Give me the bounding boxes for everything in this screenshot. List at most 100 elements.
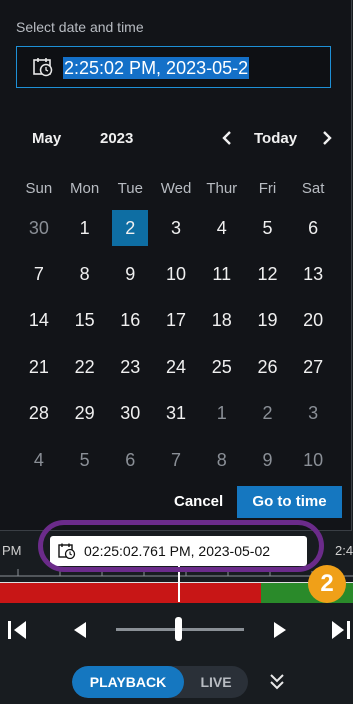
calendar-day[interactable]: 29 [62, 391, 108, 437]
calendar-day-label: 26 [257, 356, 278, 377]
year-label: 2023 [100, 130, 134, 147]
calendar-day[interactable]: 15 [62, 298, 108, 344]
calendar-day[interactable]: 4 [16, 437, 62, 483]
playback-button[interactable]: PLAYBACK [72, 666, 184, 698]
calendar-day[interactable]: 18 [199, 298, 245, 344]
weekday-label: Fri [258, 180, 277, 197]
calendar-week-row: 7 8 9 10 11 12 13 [16, 251, 336, 297]
calendar-day-label: 21 [28, 356, 49, 377]
calendar-day[interactable]: 9 [245, 437, 291, 483]
calendar-day[interactable]: 20 [290, 298, 336, 344]
weekday-label: Wed [160, 180, 192, 197]
calendar-day-label: 3 [171, 217, 182, 238]
calendar-day-label: 25 [211, 356, 232, 377]
double-chevron-down-icon[interactable] [268, 672, 286, 692]
calendar-day[interactable]: 10 [290, 437, 336, 483]
calendar-day-selected[interactable]: 2 [107, 205, 153, 251]
calendar-day[interactable]: 24 [153, 344, 199, 390]
calendar-day[interactable]: 1 [62, 205, 108, 251]
calendar-day-label: 30 [120, 403, 141, 424]
calendar-day-label: 2 [262, 403, 273, 424]
calendar-day[interactable]: 3 [153, 205, 199, 251]
calendar-day-label: 4 [216, 217, 227, 238]
weekday-label: Mon [69, 180, 100, 197]
calendar-day[interactable]: 14 [16, 298, 62, 344]
calendar-day-label: 10 [166, 264, 187, 285]
calendar-day[interactable]: 8 [62, 251, 108, 297]
live-button[interactable]: LIVE [184, 666, 248, 698]
step-back-icon[interactable] [72, 620, 88, 640]
calendar-day[interactable]: 25 [199, 344, 245, 390]
calendar-day[interactable]: 1 [199, 391, 245, 437]
calendar-day[interactable]: 16 [107, 298, 153, 344]
calendar-week-row: 14 15 16 17 18 19 20 [16, 298, 336, 344]
calendar-day-label: 11 [212, 264, 232, 285]
calendar-day[interactable]: 31 [153, 391, 199, 437]
calendar-day[interactable]: 10 [153, 251, 199, 297]
calendar-week-row: 21 22 23 24 25 26 27 [16, 344, 336, 390]
calendar-day-label: 7 [171, 449, 182, 470]
calendar-day[interactable]: 19 [245, 298, 291, 344]
mode-toggle[interactable]: PLAYBACK LIVE [72, 666, 248, 698]
step-forward-icon[interactable] [272, 620, 288, 640]
chevron-right-icon[interactable] [318, 127, 336, 149]
calendar-day[interactable]: 9 [107, 251, 153, 297]
calendar-day-label: 3 [308, 403, 319, 424]
datetime-input[interactable]: 2:25:02 PM, 2023-05-2 [16, 46, 331, 88]
calendar-day[interactable]: 12 [245, 251, 291, 297]
calendar-day-label: 6 [308, 217, 319, 238]
month-label: May [32, 130, 62, 147]
calendar-day-label: 22 [74, 356, 95, 377]
calendar-day-label: 4 [33, 449, 44, 470]
calendar-day[interactable]: 3 [290, 391, 336, 437]
calendar-day-label: 17 [166, 310, 187, 331]
speed-slider-knob[interactable] [175, 617, 182, 641]
today-button[interactable]: Today [254, 130, 297, 147]
calendar-day[interactable]: 7 [16, 251, 62, 297]
calendar-day-label: 14 [28, 310, 49, 331]
cancel-button[interactable]: Cancel [174, 493, 223, 510]
calendar-day[interactable]: 30 [16, 205, 62, 251]
calendar-day[interactable]: 6 [107, 437, 153, 483]
calendar-day-label: 19 [257, 310, 278, 331]
calendar-day[interactable]: 13 [290, 251, 336, 297]
recording-bar[interactable] [0, 583, 261, 603]
calendar-day-label: 28 [28, 403, 49, 424]
calendar-day-label: 10 [303, 449, 324, 470]
calendar-day-label: 24 [166, 356, 187, 377]
skip-start-icon[interactable] [6, 619, 28, 641]
calendar-day-label: 30 [28, 217, 49, 238]
calendar-day[interactable]: 4 [199, 205, 245, 251]
calendar-day[interactable]: 28 [16, 391, 62, 437]
go-to-time-button[interactable]: Go to time [237, 486, 342, 518]
timeline-right-label: 2:4 [335, 543, 353, 558]
calendar-weeks: 30 1 2 3 4 5 6 7 8 9 10 11 12 13 14 15 16 17 18 19 20 21 22 23 2… [16, 205, 336, 483]
calendar-day[interactable]: 26 [245, 344, 291, 390]
calendar-day[interactable]: 8 [199, 437, 245, 483]
datetime-input-value[interactable]: 2:25:02 PM, 2023-05-2 [63, 57, 250, 79]
calendar-week-row: 30 1 2 3 4 5 6 [16, 205, 336, 251]
calendar-day[interactable]: 2 [245, 391, 291, 437]
calendar-day-label: 8 [79, 264, 90, 285]
skip-end-icon[interactable] [330, 619, 352, 641]
calendar-day-label: 31 [166, 403, 187, 424]
clock-icon [33, 58, 53, 77]
calendar-day[interactable]: 27 [290, 344, 336, 390]
calendar-day[interactable]: 30 [107, 391, 153, 437]
calendar-day[interactable]: 21 [16, 344, 62, 390]
calendar-day[interactable]: 23 [107, 344, 153, 390]
calendar-day[interactable]: 5 [62, 437, 108, 483]
calendar-day-label: 16 [120, 310, 141, 331]
calendar-day-label: 9 [262, 449, 273, 470]
calendar-day[interactable]: 5 [245, 205, 291, 251]
calendar-day[interactable]: 22 [62, 344, 108, 390]
weekday-label: Tue [117, 180, 143, 197]
calendar-day[interactable]: 11 [199, 251, 245, 297]
calendar-day[interactable]: 7 [153, 437, 199, 483]
chevron-left-icon[interactable] [218, 127, 236, 149]
calendar-day-label: 2 [112, 210, 149, 247]
weekday-label: Sat [301, 180, 325, 197]
calendar-day[interactable]: 6 [290, 205, 336, 251]
calendar-week-row: 28 29 30 31 1 2 3 [16, 391, 336, 437]
calendar-day[interactable]: 17 [153, 298, 199, 344]
